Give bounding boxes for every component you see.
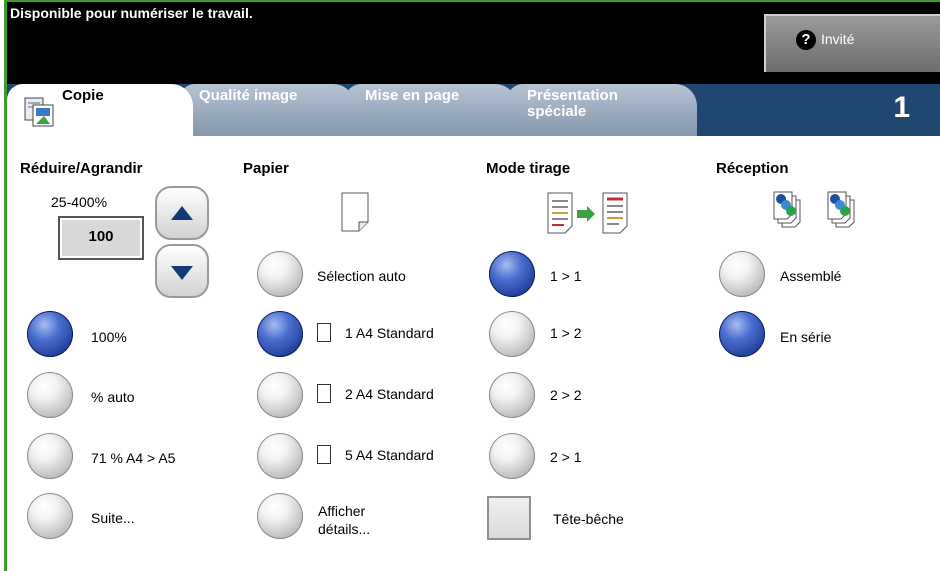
zoom-value-field[interactable]: 100 [58,216,144,260]
mode-1-1-radio[interactable] [489,251,535,297]
paper-more-details-radio[interactable] [257,493,303,539]
paper-more-line2: détails... [318,521,371,537]
zoom-100-label: 100% [91,329,127,345]
head-to-toe-label: Tête-bêche [553,511,624,527]
guest-login-button[interactable]: ? Invité [764,14,940,72]
arrow-up-icon [171,206,193,220]
output-title: Réception [716,160,789,177]
reduce-enlarge-title: Réduire/Agrandir [20,160,143,177]
paper-tray5-radio[interactable] [257,433,303,479]
print-mode-title: Mode tirage [486,160,571,177]
tab-qualite-image-label: Qualité image [199,87,298,104]
paper-tray1-label: 1 A4 Standard [345,325,434,341]
tab-presentation-speciale[interactable]: Présentation spéciale [507,84,697,136]
output-uncollated-label: En série [780,329,832,345]
help-question-icon: ? [796,30,816,50]
paper-tray1-icon [317,323,331,342]
mode-2-1-label: 2 > 1 [550,449,582,465]
zoom-more-label: Suite... [91,510,135,526]
copy-options-panel: Réduire/Agrandir 25-400% 100 100% % auto… [7,136,940,571]
paper-title: Papier [243,160,289,177]
collate-stacks-icon [773,191,855,228]
status-bar: Disponible pour numériser le travail. ? … [7,2,940,84]
tab-copie[interactable]: Copie [7,84,193,137]
zoom-value: 100 [88,228,114,245]
paper-tray2-icon [317,384,331,403]
zoom-auto-label: % auto [91,389,135,405]
duplex-mode-icon [547,192,628,234]
paper-tray2-radio[interactable] [257,372,303,418]
guest-label: Invité [821,31,855,47]
mode-1-2-label: 1 > 2 [550,325,582,341]
zoom-decrease-button[interactable] [155,244,209,298]
paper-tray1-radio[interactable] [257,311,303,357]
paper-auto-radio[interactable] [257,251,303,297]
mode-2-2-label: 2 > 2 [550,387,582,403]
zoom-increase-button[interactable] [155,186,209,240]
paper-tray5-label: 5 A4 Standard [345,447,434,463]
output-collated-radio[interactable] [719,251,765,297]
tab-mise-en-page[interactable]: Mise en page [345,84,517,136]
zoom-auto-radio[interactable] [27,372,73,418]
arrow-down-icon [171,266,193,280]
paper-sheet-icon [341,192,369,232]
status-message: Disponible pour numériser le travail. [10,5,253,21]
mode-1-2-radio[interactable] [489,311,535,357]
tab-strip: Présentation spéciale Mise en page Quali… [7,84,940,137]
zoom-range-label: 25-400% [51,194,108,210]
paper-auto-label: Sélection auto [317,268,406,284]
output-collated-label: Assemblé [780,268,842,284]
paper-more-line1: Afficher [318,503,366,519]
tab-presentation-speciale-label: Présentation spéciale [527,87,618,120]
output-uncollated-radio[interactable] [719,311,765,357]
tab-qualite-image[interactable]: Qualité image [179,84,355,136]
paper-tray5-icon [317,445,331,464]
zoom-a4-a5-radio[interactable] [27,433,73,479]
paper-tray2-label: 2 A4 Standard [345,386,434,402]
zoom-a4-a5-label: 71 % A4 > A5 [91,450,176,466]
head-to-toe-checkbox[interactable] [487,496,531,540]
copy-quantity: 1 [893,91,910,124]
mode-1-1-label: 1 > 1 [550,268,582,284]
mode-2-1-radio[interactable] [489,433,535,479]
zoom-100-radio[interactable] [27,311,73,357]
tab-mise-en-page-label: Mise en page [365,87,460,104]
copy-document-icon [24,97,54,127]
mode-2-2-radio[interactable] [489,372,535,418]
zoom-more-radio[interactable] [27,493,73,539]
tab-copie-label: Copie [62,87,104,104]
copy-screen: Disponible pour numériser le travail. ? … [0,0,940,571]
